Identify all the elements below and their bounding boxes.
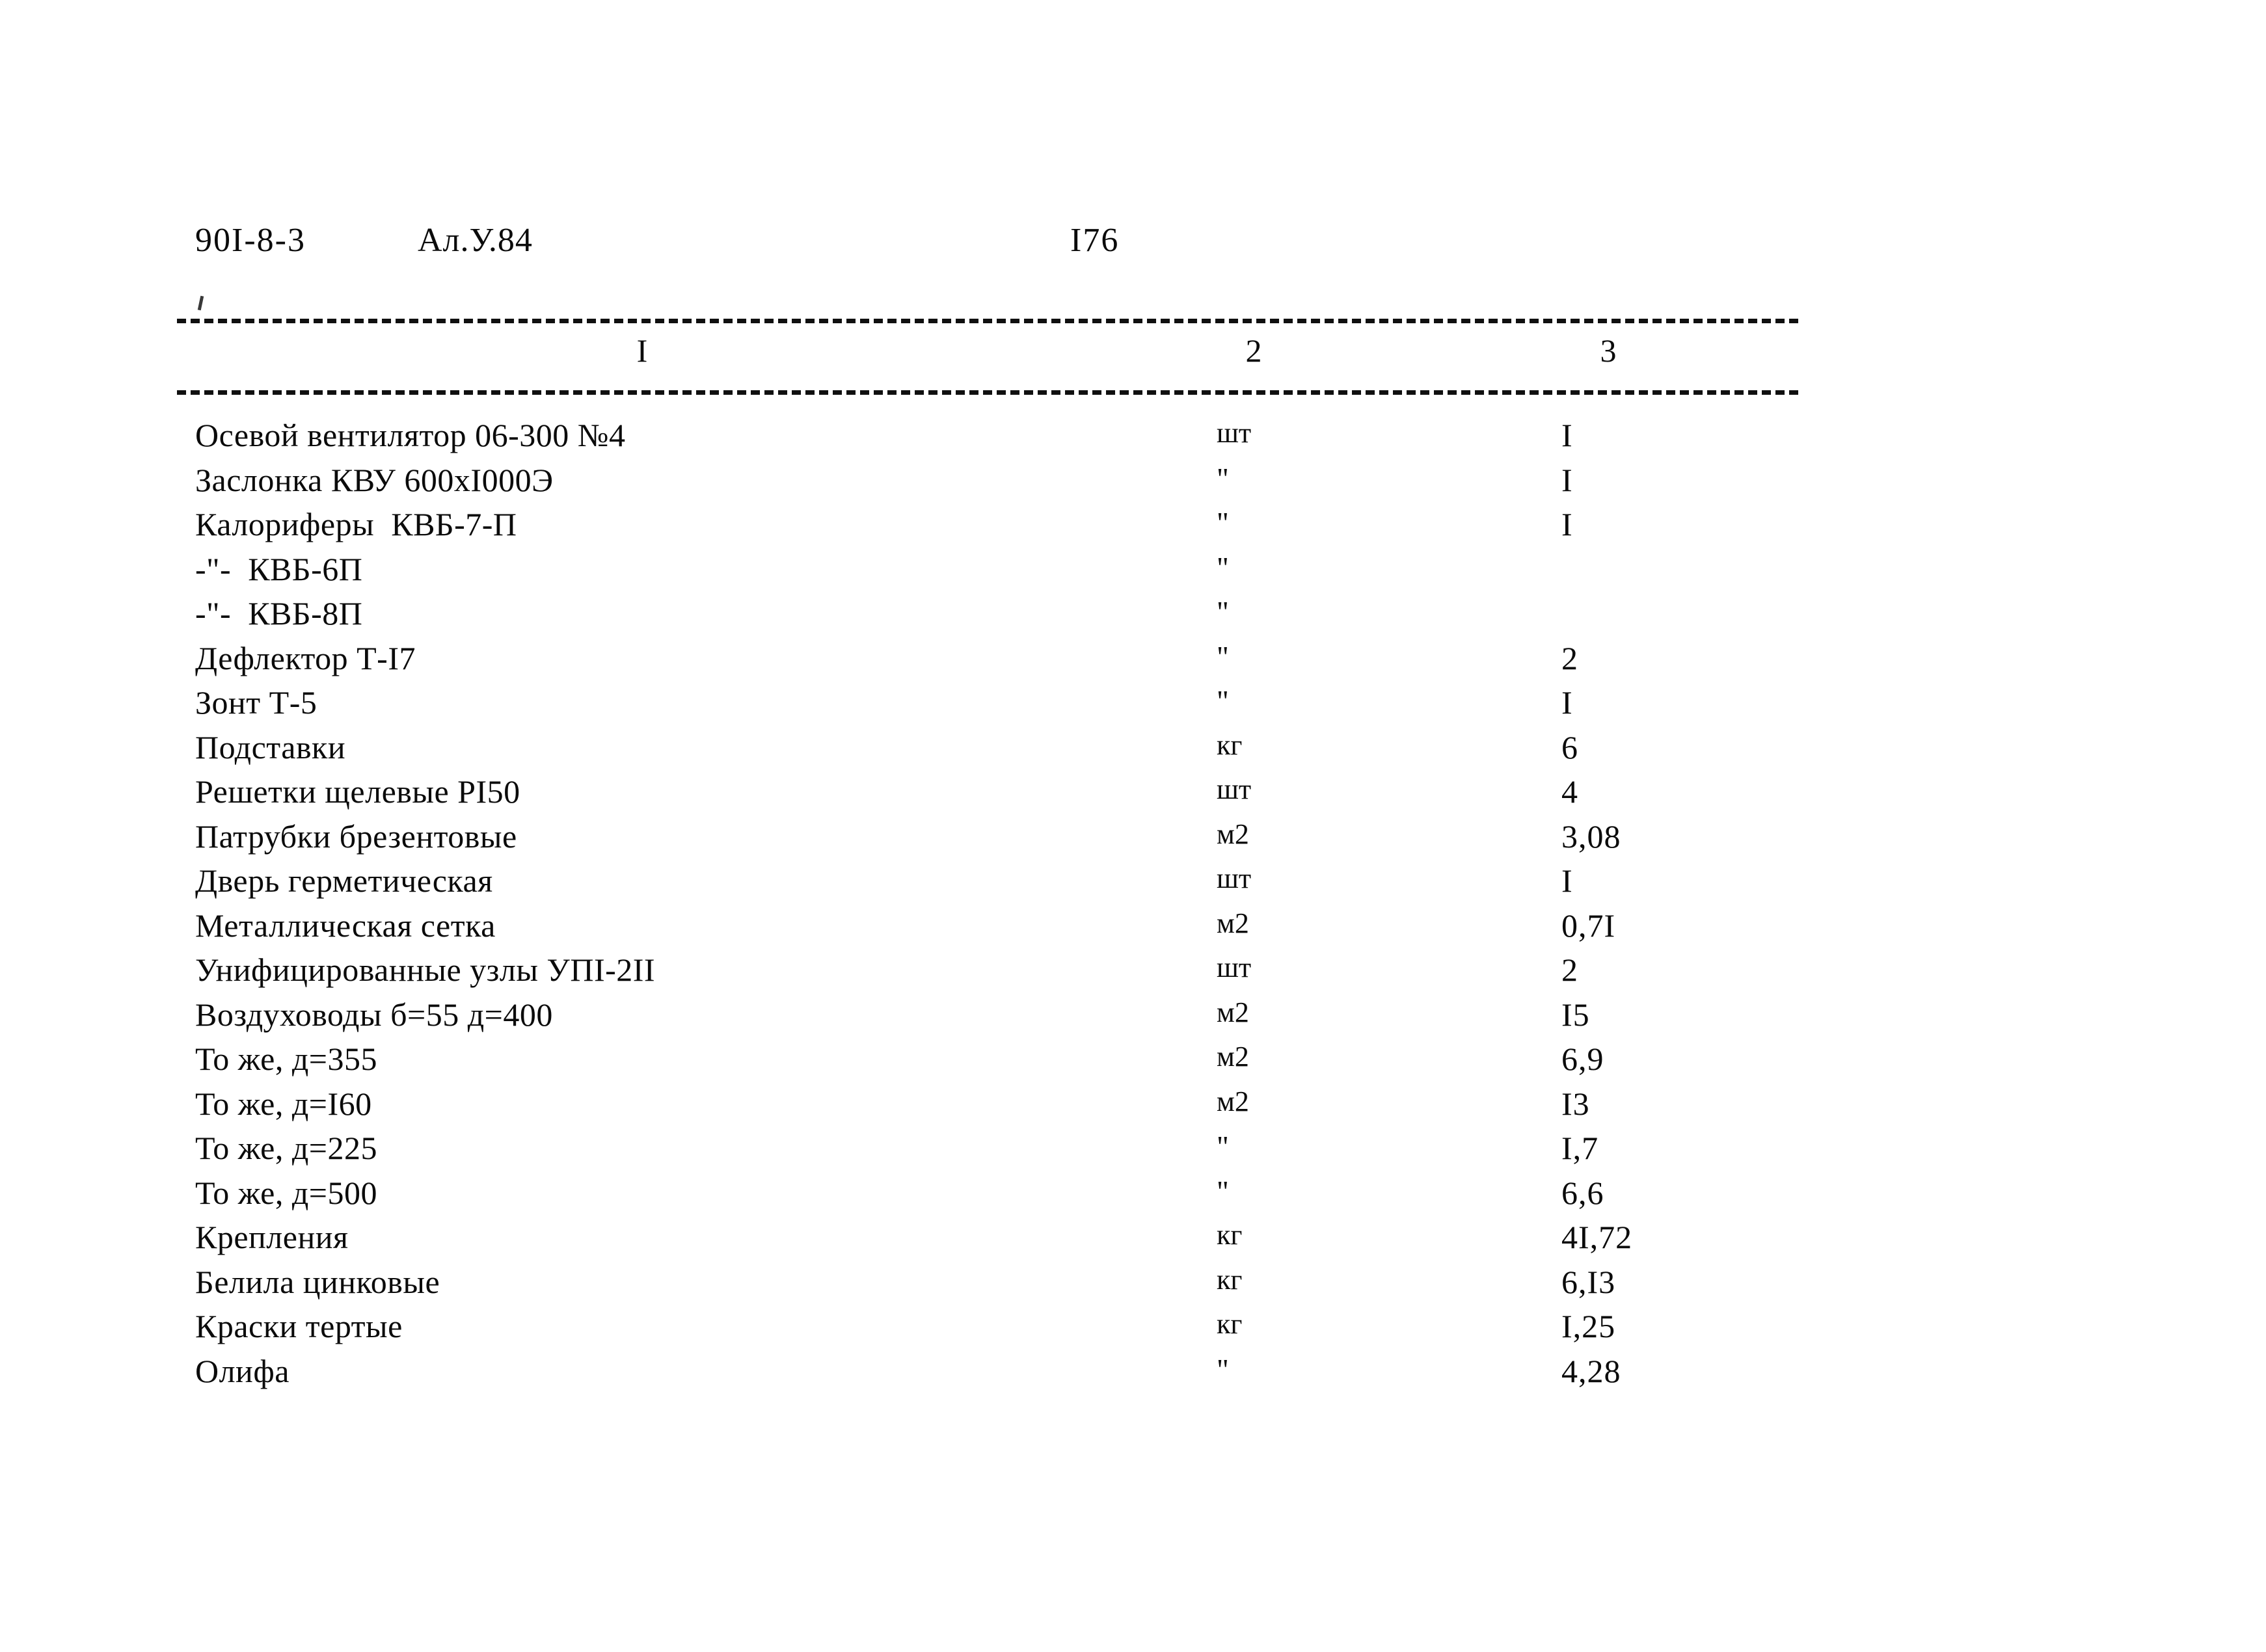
table-row: Патрубки брезентовые м2 3,08 xyxy=(195,818,1952,862)
item-unit: кг xyxy=(1217,1308,1243,1340)
document-code: 90I-8-3 xyxy=(195,222,306,259)
table-row: Дверь герметическая шт I xyxy=(195,862,1952,907)
item-unit: м2 xyxy=(1217,1085,1249,1117)
item-name: Решетки щелевые РI50 xyxy=(195,773,520,810)
table-row: -"- КВБ-6П " xyxy=(195,550,1952,595)
item-name: Краски тертые xyxy=(195,1308,403,1344)
table-rule-top xyxy=(177,319,1798,323)
unit-ditto-mark: " xyxy=(1217,1352,1229,1386)
table-row: Заслонка КВУ 600хI000Э " I xyxy=(195,461,1952,506)
table-row: Краски тертые кг I,25 xyxy=(195,1307,1952,1352)
unit-ditto-mark: " xyxy=(1217,506,1229,539)
item-quantity: I xyxy=(1561,461,1573,498)
item-quantity: 4 xyxy=(1561,773,1578,810)
table-row: Подставки кг 6 xyxy=(195,728,1952,773)
table-row: Белила цинковые кг 6,I3 xyxy=(195,1263,1952,1308)
item-name: Олифа xyxy=(195,1352,290,1389)
table-column-numbers: I 2 3 xyxy=(177,332,1798,388)
table-row: То же, д=I60 м2 I3 xyxy=(195,1085,1952,1130)
unit-ditto-mark: " xyxy=(1217,1174,1229,1208)
item-quantity: 6,9 xyxy=(1561,1041,1604,1077)
item-unit: м2 xyxy=(1217,907,1249,939)
item-name: -"- КВБ-8П xyxy=(195,595,363,632)
item-name: Унифицированные узлы УПI-2II xyxy=(195,952,656,988)
item-name: Белила цинковые xyxy=(195,1263,440,1300)
document-page: 90I-8-3 Ал.У.84 I76 I 2 3 Осевой вентиля… xyxy=(0,0,2266,1652)
table-row: То же, д=225 " I,7 xyxy=(195,1129,1952,1174)
item-unit: шт xyxy=(1217,862,1252,894)
item-name: Патрубки брезентовые xyxy=(195,818,517,855)
table-row: Калориферы КВБ-7-П " I xyxy=(195,505,1952,550)
item-unit: шт xyxy=(1217,773,1252,805)
item-unit: м2 xyxy=(1217,1041,1249,1072)
item-quantity: 2 xyxy=(1561,639,1578,676)
item-unit: м2 xyxy=(1217,996,1249,1028)
document-header: 90I-8-3 Ал.У.84 I76 xyxy=(195,221,2017,267)
item-unit: шт xyxy=(1217,952,1252,983)
unit-ditto-mark: " xyxy=(1217,461,1229,495)
item-quantity: 4,28 xyxy=(1561,1352,1621,1389)
item-name: Заслонка КВУ 600хI000Э xyxy=(195,461,554,498)
table-rule-bottom xyxy=(177,390,1798,395)
table-row: Унифицированные узлы УПI-2II шт 2 xyxy=(195,951,1952,996)
unit-ditto-mark: " xyxy=(1217,639,1229,673)
item-quantity: I xyxy=(1561,684,1573,721)
item-name: Зонт Т-5 xyxy=(195,684,317,721)
table-row: Воздуховоды б=55 д=400 м2 I5 xyxy=(195,996,1952,1041)
table-row: Дефлектор Т-I7 " 2 xyxy=(195,639,1952,684)
item-quantity: 0,7I xyxy=(1561,907,1616,944)
item-name: Металлическая сетка xyxy=(195,907,496,944)
table-row: Олифа " 4,28 xyxy=(195,1352,1952,1397)
item-quantity: I xyxy=(1561,862,1573,899)
column-number-1: I xyxy=(636,332,648,369)
item-name: -"- КВБ-6П xyxy=(195,550,363,587)
item-name: Дверь герметическая xyxy=(195,862,493,899)
item-name: Подставки xyxy=(195,728,346,766)
item-quantity: 6 xyxy=(1561,728,1578,766)
item-name: Крепления xyxy=(195,1219,349,1255)
item-name: То же, д=I60 xyxy=(195,1085,372,1122)
table-body: Осевой вентилятор 06-300 №4 шт I Заслонка К… xyxy=(195,416,1952,1396)
item-unit: м2 xyxy=(1217,818,1249,850)
table-row: То же, д=355 м2 6,9 xyxy=(195,1040,1952,1085)
unit-ditto-mark: " xyxy=(1217,595,1229,628)
item-unit: кг xyxy=(1217,1219,1243,1251)
page-number: I76 xyxy=(1070,222,1120,259)
item-quantity: 2 xyxy=(1561,952,1578,988)
item-quantity: I xyxy=(1561,506,1573,542)
item-quantity: I,25 xyxy=(1561,1308,1616,1344)
column-number-2: 2 xyxy=(1245,332,1262,369)
item-quantity: 6,I3 xyxy=(1561,1263,1616,1300)
item-unit: кг xyxy=(1217,1263,1243,1296)
table-row: -"- КВБ-8П " xyxy=(195,594,1952,639)
item-name: Осевой вентилятор 06-300 №4 xyxy=(195,417,626,453)
unit-ditto-mark: " xyxy=(1217,550,1229,584)
item-name: Дефлектор Т-I7 xyxy=(195,639,416,676)
item-quantity: 6,6 xyxy=(1561,1174,1604,1211)
item-unit: шт xyxy=(1217,417,1252,449)
item-quantity: 4I,72 xyxy=(1561,1219,1633,1255)
item-name: Воздуховоды б=55 д=400 xyxy=(195,996,553,1033)
item-unit: кг xyxy=(1217,728,1243,761)
item-name: Калориферы КВБ-7-П xyxy=(195,506,517,542)
album-reference: Ал.У.84 xyxy=(418,222,533,259)
table-row: То же, д=500 " 6,6 xyxy=(195,1174,1952,1219)
item-quantity: I3 xyxy=(1561,1085,1590,1122)
item-quantity: I5 xyxy=(1561,996,1590,1033)
table-row: Крепления кг 4I,72 xyxy=(195,1218,1952,1263)
scan-artifact-speck xyxy=(197,295,204,311)
item-quantity: 3,08 xyxy=(1561,818,1621,855)
item-name: То же, д=355 xyxy=(195,1041,377,1077)
column-number-3: 3 xyxy=(1600,332,1617,369)
item-name: То же, д=500 xyxy=(195,1174,377,1211)
table-row: Осевой вентилятор 06-300 №4 шт I xyxy=(195,416,1952,461)
table-row: Металлическая сетка м2 0,7I xyxy=(195,907,1952,952)
table-row: Решетки щелевые РI50 шт 4 xyxy=(195,773,1952,818)
unit-ditto-mark: " xyxy=(1217,684,1229,717)
item-quantity: I,7 xyxy=(1561,1130,1599,1166)
item-quantity: I xyxy=(1561,417,1573,453)
table-row: Зонт Т-5 " I xyxy=(195,684,1952,728)
unit-ditto-mark: " xyxy=(1217,1130,1229,1163)
item-name: То же, д=225 xyxy=(195,1130,377,1166)
